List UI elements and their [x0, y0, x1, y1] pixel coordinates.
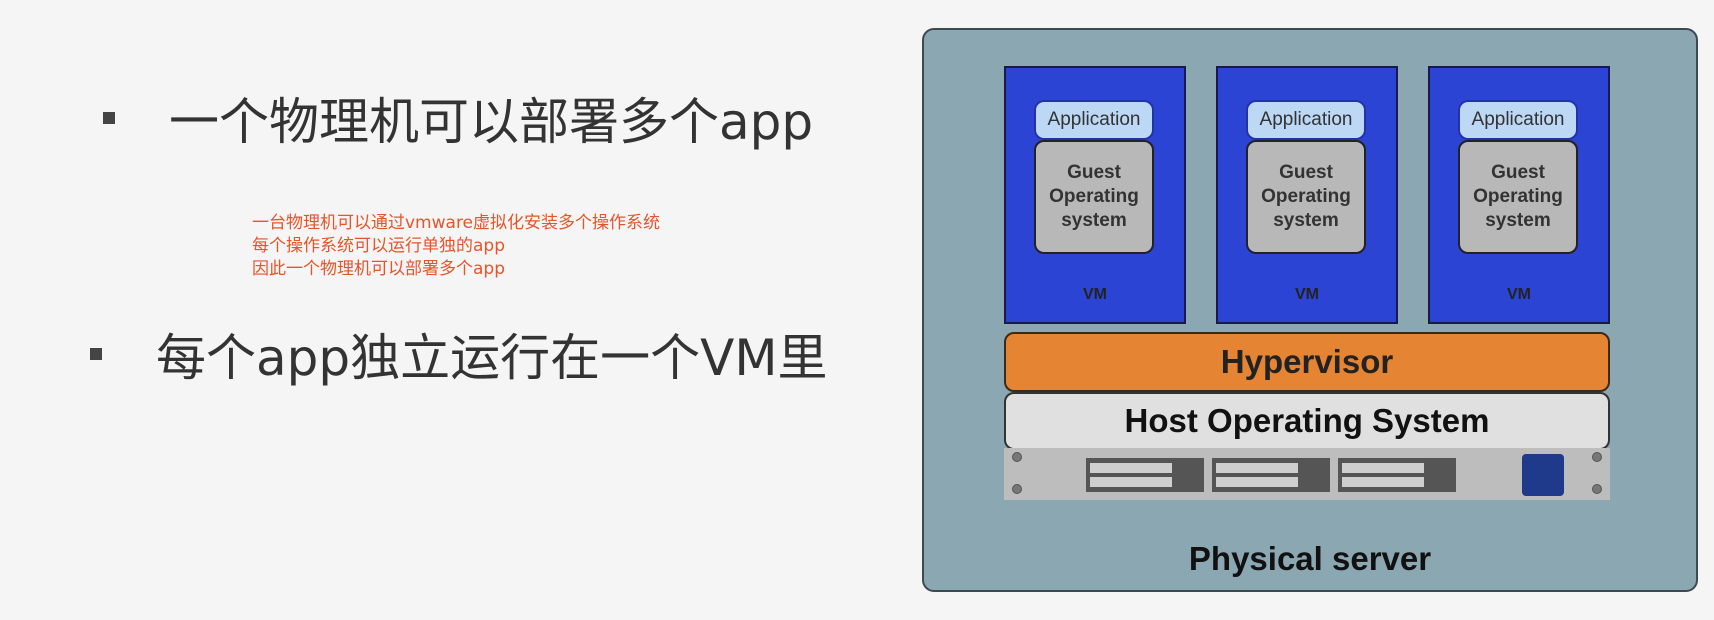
bullet-text-2: 每个app独立运行在一个VM里 [156, 329, 828, 387]
slide-text-area: 一个物理机可以部署多个app 一台物理机可以通过vmware虚拟化安装多个操作系… [0, 0, 900, 620]
vm-box-2: Application Guest Operating system VM [1216, 66, 1398, 324]
note-line-2: 每个操作系统可以运行单独的app [252, 236, 505, 256]
vm-box-3: Application Guest Operating system VM [1428, 66, 1610, 324]
guest-os-box-2: Guest Operating system [1246, 140, 1366, 254]
vm-label-3: VM [1507, 286, 1531, 303]
screw-icon [1592, 452, 1602, 462]
vm-label-1: VM [1083, 286, 1107, 303]
note-line-3: 因此一个物理机可以部署多个app [252, 259, 505, 279]
vm-box-1: Application Guest Operating system VM [1004, 66, 1186, 324]
power-button-icon [1522, 454, 1564, 496]
guest-os-box-3: Guest Operating system [1458, 140, 1578, 254]
drive-bay-icon [1212, 458, 1330, 492]
application-box-2: Application [1246, 100, 1366, 140]
drive-bay-icon [1086, 458, 1204, 492]
bullet-square-icon [103, 112, 115, 124]
bullet-point-1: 一个物理机可以部署多个app [103, 82, 813, 154]
application-box-1: Application [1034, 100, 1154, 140]
hypervisor-layer: Hypervisor [1004, 332, 1610, 392]
virtualization-diagram: Application Guest Operating system VM Ap… [922, 28, 1698, 592]
bullet-text-1: 一个物理机可以部署多个app [169, 93, 814, 151]
drive-bay-icon [1338, 458, 1456, 492]
application-box-3: Application [1458, 100, 1578, 140]
annotation-note: 一台物理机可以通过vmware虚拟化安装多个操作系统 每个操作系统可以运行单独的… [252, 212, 660, 281]
screw-icon [1012, 484, 1022, 494]
physical-server-label: Physical server [1188, 540, 1432, 577]
guest-os-box-1: Guest Operating system [1034, 140, 1154, 254]
bullet-square-icon [90, 348, 102, 360]
bullet-point-2: 每个app独立运行在一个VM里 [90, 318, 827, 390]
host-os-layer: Host Operating System [1004, 392, 1610, 450]
screw-icon [1012, 452, 1022, 462]
vm-label-2: VM [1295, 286, 1319, 303]
note-line-1: 一台物理机可以通过vmware虚拟化安装多个操作系统 [252, 213, 661, 233]
screw-icon [1592, 484, 1602, 494]
server-rack-icon [1004, 448, 1610, 500]
